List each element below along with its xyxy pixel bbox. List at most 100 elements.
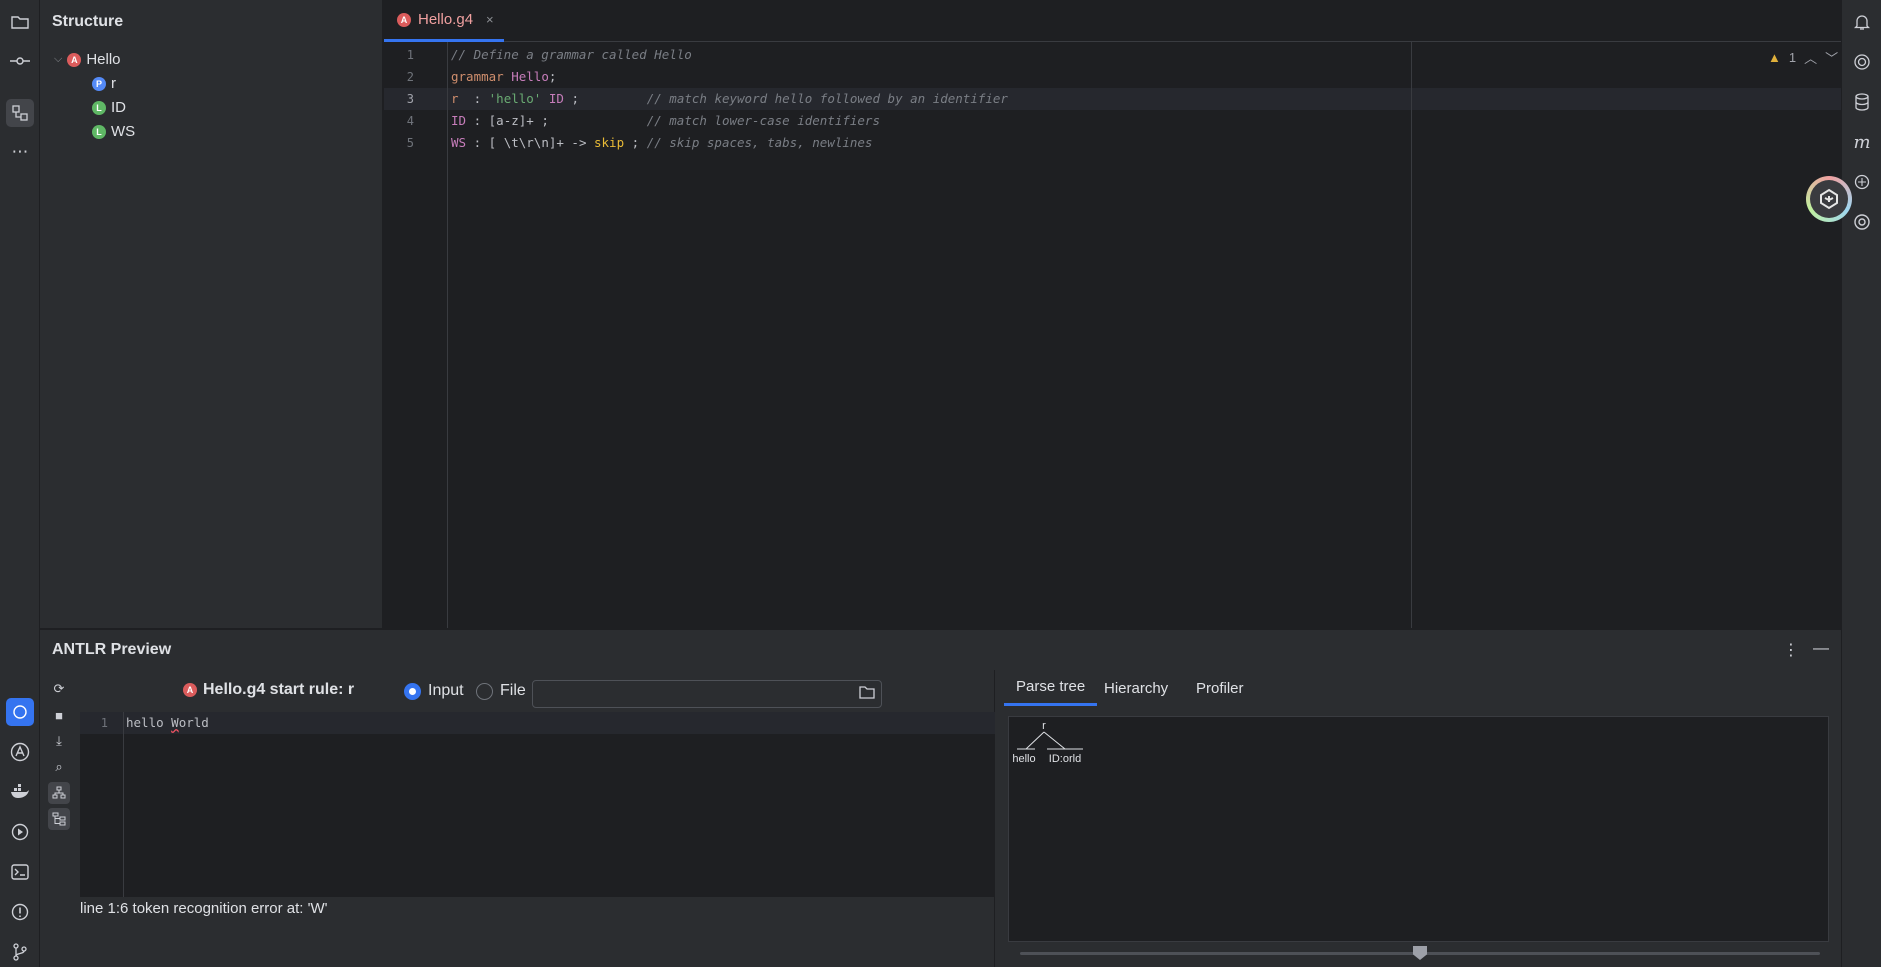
commit-icon[interactable] xyxy=(6,47,34,75)
services-icon[interactable] xyxy=(6,818,34,846)
input-radio-label: Input xyxy=(428,682,464,699)
close-icon[interactable]: × xyxy=(486,12,494,27)
tree-node-root[interactable]: r xyxy=(1042,720,1046,732)
input-radio[interactable]: Input xyxy=(404,682,464,700)
parser-rule-icon: P xyxy=(92,76,106,91)
code-line[interactable]: WS : [ \t\r\n]+ -> skip ; // skip spaces… xyxy=(451,135,872,150)
parse-tree-area: Parse tree Hierarchy Profiler r hello ID… xyxy=(996,670,1841,967)
lexer-rule-icon: L xyxy=(92,100,106,115)
project-folder-icon[interactable] xyxy=(6,8,34,36)
tree-node-ws[interactable]: L WS xyxy=(92,123,135,140)
ai-assistant-icon[interactable] xyxy=(1848,48,1876,76)
scroll-to-token-icon[interactable]: ⤓ xyxy=(48,730,70,752)
warning-count: 1 xyxy=(1788,50,1797,65)
stop-icon[interactable]: ■ xyxy=(48,704,70,726)
gradle-icon[interactable] xyxy=(1848,168,1876,196)
minimize-icon[interactable]: — xyxy=(1813,640,1829,660)
structure-icon[interactable] xyxy=(6,99,34,127)
code-token: r xyxy=(451,91,459,106)
database-icon[interactable] xyxy=(1848,88,1876,116)
zoom-slider-thumb[interactable] xyxy=(1413,946,1427,960)
floating-assistant-avatar[interactable] xyxy=(1806,176,1852,222)
left-tool-strip: ⋯ xyxy=(0,0,40,967)
code-token: ID xyxy=(548,91,564,106)
terminal-icon[interactable] xyxy=(6,858,34,886)
more-options-icon[interactable]: ⋮ xyxy=(1783,640,1799,660)
line-number: 3 xyxy=(406,92,414,106)
line-number: 2 xyxy=(406,70,414,84)
tab-label: Hello.g4 xyxy=(418,11,474,28)
input-gutter: 1 xyxy=(80,712,124,897)
code-token: skip xyxy=(594,135,625,150)
input-text[interactable]: hello World xyxy=(126,715,209,730)
code-token: grammar xyxy=(451,69,512,84)
code-token: ; xyxy=(548,69,557,84)
refresh-icon[interactable]: ⟳ xyxy=(48,678,70,700)
chevron-down-icon[interactable]: ﹀ xyxy=(1825,48,1838,67)
zoom-slider[interactable] xyxy=(1020,946,1820,960)
radio-selected-icon[interactable] xyxy=(404,682,421,700)
problems-icon[interactable] xyxy=(6,898,34,926)
code-token: : xyxy=(458,91,489,106)
code-token: // match keyword hello followed by an id… xyxy=(646,91,1008,106)
code-token: WS xyxy=(451,135,467,150)
line-number: 4 xyxy=(406,114,414,128)
tab-hello-g4[interactable]: A Hello.g4 × xyxy=(384,0,504,42)
input-text-editor[interactable]: 1 hello World xyxy=(80,712,995,897)
input-text-after: orld xyxy=(178,715,209,730)
tab-profiler[interactable]: Profiler xyxy=(1184,670,1256,706)
code-line[interactable]: grammar Hello; xyxy=(451,69,556,84)
code-token: : [ \t\r\n]+ -> xyxy=(466,135,594,150)
antlr-grammar-icon: A xyxy=(67,52,82,67)
chevron-up-icon[interactable]: ︿ xyxy=(1804,48,1817,67)
tree-view-icon[interactable] xyxy=(48,782,70,804)
ide-window: ⋯ Structure ⌵ A Hello P r L ID L WS A He… xyxy=(0,0,1881,967)
git-branch-icon[interactable] xyxy=(6,938,34,966)
notifications-icon[interactable] xyxy=(1848,8,1876,36)
parse-tree-canvas[interactable]: r hello ID:orld xyxy=(1008,716,1829,942)
right-margin-guide xyxy=(1411,42,1412,628)
current-line-highlight xyxy=(80,712,995,734)
tab-hierarchy[interactable]: Hierarchy xyxy=(1092,670,1180,706)
antlr-preview-panel: ANTLR Preview ⋮ — ⟳ ■ ⤓ ⌕ A Hello.g4 sta… xyxy=(40,629,1841,967)
tree-node-leaf[interactable]: hello xyxy=(1012,753,1035,765)
tree-node-id[interactable]: L ID xyxy=(92,99,126,116)
find-icon[interactable]: ⌕ xyxy=(48,756,70,778)
grammar-editor: A Hello.g4 × 1 2 3 4 5 // Define a gramm… xyxy=(384,0,1841,628)
docker-icon[interactable] xyxy=(6,778,34,806)
radio-unselected-icon[interactable] xyxy=(476,682,493,700)
browse-folder-icon[interactable] xyxy=(859,685,875,702)
more-tools-icon[interactable]: ⋯ xyxy=(6,138,34,166)
line-gutter: 1 2 3 4 5 xyxy=(384,42,448,628)
file-path-input[interactable] xyxy=(532,680,882,708)
copilot-icon[interactable] xyxy=(1848,208,1876,236)
antlr-preview-icon[interactable] xyxy=(6,698,34,726)
tab-parse-tree[interactable]: Parse tree xyxy=(1004,670,1098,706)
chevron-down-icon[interactable]: ⌵ xyxy=(54,53,62,66)
maven-icon[interactable]: m xyxy=(1848,128,1876,156)
code-token: 'hello' xyxy=(488,91,542,106)
tree-node-r[interactable]: P r xyxy=(92,75,116,92)
preview-title: ANTLR Preview xyxy=(52,641,172,658)
line-number: 1 xyxy=(406,48,414,62)
file-radio[interactable]: File xyxy=(476,682,526,700)
code-token: : [a-z]+ ; xyxy=(466,113,647,128)
tree-node-leaf[interactable]: ID:orld xyxy=(1049,753,1081,765)
preview-toolbar: ⟳ ■ ⤓ ⌕ xyxy=(40,670,80,967)
hierarchy-view-icon[interactable] xyxy=(48,808,70,830)
antlr-file-icon: A xyxy=(183,683,197,697)
tree-node-label: r xyxy=(111,75,116,92)
tree-node-hello[interactable]: ⌵ A Hello xyxy=(54,51,121,68)
start-rule-label: A Hello.g4 start rule: r xyxy=(183,681,354,699)
code-token: // Define a grammar called Hello xyxy=(451,47,692,62)
code-line[interactable]: r : 'hello' ID ; // match keyword hello … xyxy=(451,91,1008,106)
warning-icon: ▲ xyxy=(1768,50,1781,65)
code-line[interactable]: // Define a grammar called Hello xyxy=(451,47,692,62)
error-char: W xyxy=(171,715,179,730)
preview-actions: ⋮ — xyxy=(1783,640,1829,660)
error-message: line 1:6 token recognition error at: 'W' xyxy=(80,900,328,917)
code-line[interactable]: ID : [a-z]+ ; // match lower-case identi… xyxy=(451,113,880,128)
code-token: ID xyxy=(451,113,467,128)
antlr-icon[interactable] xyxy=(6,738,34,766)
inspection-widget[interactable]: ▲ 1 ︿ ﹀ xyxy=(1768,48,1838,67)
